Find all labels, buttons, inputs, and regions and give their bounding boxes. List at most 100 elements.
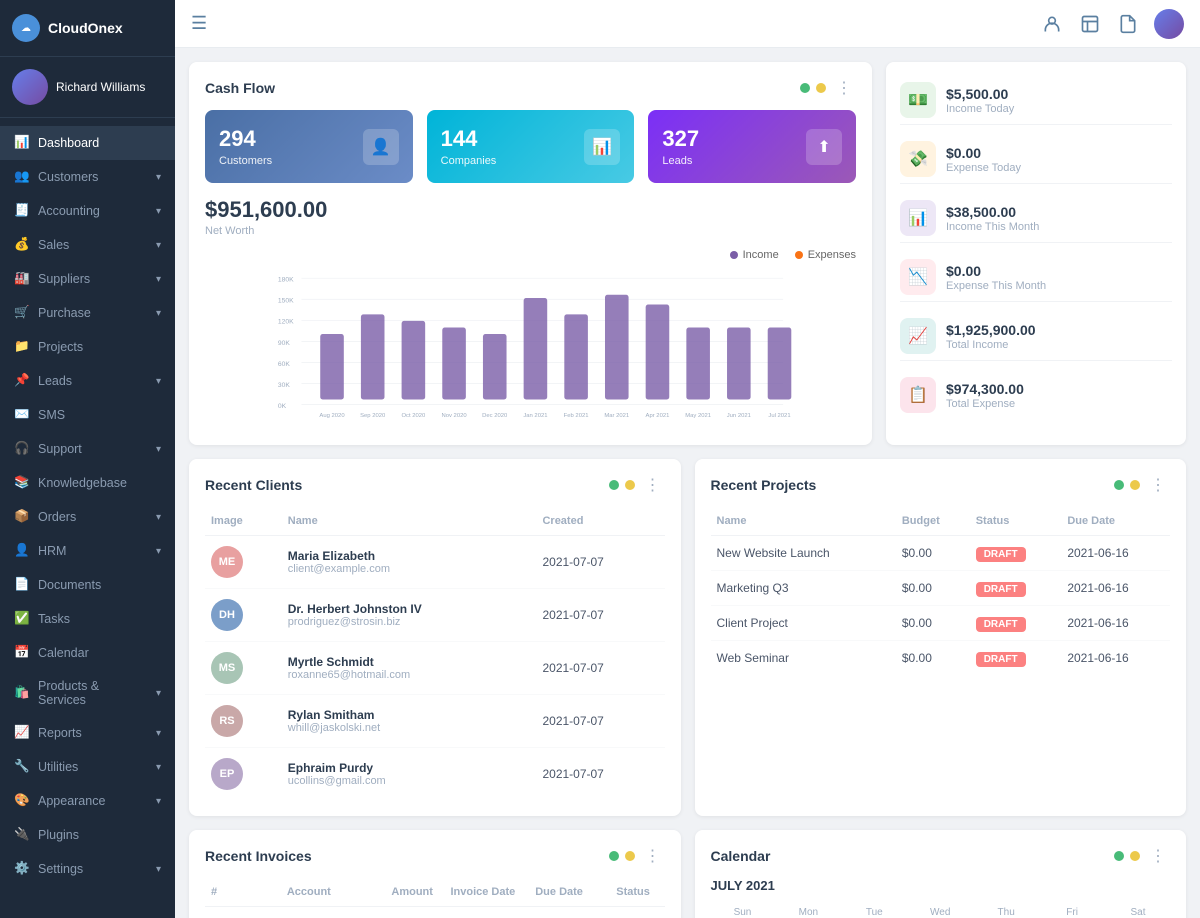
- calendar-day-header: Fri: [1040, 903, 1104, 918]
- invoices-col-header: Account: [281, 878, 386, 907]
- sidebar-item-sales[interactable]: 💰 Sales ▾: [0, 228, 175, 262]
- sidebar-user: Richard Williams: [0, 57, 175, 118]
- svg-text:Aug 2020: Aug 2020: [319, 413, 345, 419]
- notifications-icon[interactable]: [1040, 12, 1064, 36]
- recent-projects-title: Recent Projects: [711, 477, 817, 493]
- finance-item-4: 📈 $1,925,900.00 Total Income: [900, 312, 1172, 361]
- sidebar-label-documents: Documents: [38, 578, 101, 592]
- invoices-dot-green[interactable]: [609, 851, 619, 861]
- sidebar-label-tasks: Tasks: [38, 612, 70, 626]
- finance-icon-2: 📊: [900, 200, 936, 236]
- sidebar-item-knowledgebase[interactable]: 📚 Knowledgebase: [0, 466, 175, 500]
- table-row: RS Rylan Smithamwhill@jaskolski.net 2021…: [205, 695, 665, 748]
- sidebar-item-sms[interactable]: ✉️ SMS: [0, 398, 175, 432]
- sidebar-item-calendar[interactable]: 📅 Calendar: [0, 636, 175, 670]
- clients-dot-green[interactable]: [609, 480, 619, 490]
- cashflow-section: Cash Flow ⋮ 294 Customers 👤 144 Companie…: [189, 62, 1186, 445]
- clients-dot-yellow[interactable]: [625, 480, 635, 490]
- client-email: prodriguez@strosin.biz: [288, 616, 531, 628]
- finance-amount-2: $38,500.00: [946, 204, 1039, 220]
- files-icon[interactable]: [1078, 12, 1102, 36]
- sidebar-item-leads[interactable]: 📌 Leads ▾: [0, 364, 175, 398]
- chevron-orders-icon: ▾: [156, 512, 161, 523]
- sidebar-label-utilities: Utilities: [38, 760, 78, 774]
- svg-text:Nov 2020: Nov 2020: [441, 413, 467, 419]
- calendar-more-btn[interactable]: ⋮: [1146, 846, 1170, 866]
- calendar-dot-green[interactable]: [1114, 851, 1124, 861]
- svg-text:Sep 2020: Sep 2020: [360, 413, 386, 419]
- sidebar-item-products[interactable]: 🛍️ Products & Services ▾: [0, 670, 175, 716]
- projects-dot-yellow[interactable]: [1130, 480, 1140, 490]
- sidebar-item-support[interactable]: 🎧 Support ▾: [0, 432, 175, 466]
- invoices-dot-yellow[interactable]: [625, 851, 635, 861]
- projects-dot-green[interactable]: [1114, 480, 1124, 490]
- table-row: DH Dr. Herbert Johnston IVprodriguez@str…: [205, 589, 665, 642]
- projects-col-header: Due Date: [1061, 507, 1170, 536]
- cashflow-more-btn[interactable]: ⋮: [832, 78, 856, 98]
- sidebar-item-hrm[interactable]: 👤 HRM ▾: [0, 534, 175, 568]
- table-row: Web Seminar $0.00 DRAFT 2021-06-16: [711, 641, 1171, 676]
- projects-col-header: Name: [711, 507, 896, 536]
- clients-more-btn[interactable]: ⋮: [641, 475, 665, 495]
- client-created: 2021-07-07: [536, 642, 664, 695]
- svg-text:30K: 30K: [278, 382, 290, 389]
- sidebar-item-accounting[interactable]: 🧾 Accounting ▾: [0, 194, 175, 228]
- sidebar-item-purchase[interactable]: 🛒 Purchase ▾: [0, 296, 175, 330]
- recent-clients-card: Recent Clients ⋮ ImageNameCreated ME Mar…: [189, 459, 681, 816]
- dot-green[interactable]: [800, 83, 810, 93]
- sidebar-item-utilities[interactable]: 🔧 Utilities ▾: [0, 750, 175, 784]
- table-row: MS Myrtle Schmidtroxanne65@hotmail.com 2…: [205, 642, 665, 695]
- invoices-col-header: Status: [610, 878, 664, 907]
- legend-expenses-label: Expenses: [808, 249, 856, 261]
- accounting-nav-icon: 🧾: [14, 203, 30, 219]
- sidebar-item-suppliers[interactable]: 🏭 Suppliers ▾: [0, 262, 175, 296]
- sidebar-item-tasks[interactable]: ✅ Tasks: [0, 602, 175, 636]
- dot-yellow[interactable]: [816, 83, 826, 93]
- stat-number-2: 327: [662, 126, 699, 152]
- sidebar-item-projects[interactable]: 📁 Projects: [0, 330, 175, 364]
- appearance-nav-icon: 🎨: [14, 793, 30, 809]
- clients-col-header: Name: [282, 507, 537, 536]
- chevron-products-icon: ▾: [156, 688, 161, 699]
- client-avatar: EP: [211, 758, 243, 790]
- sidebar-label-support: Support: [38, 442, 82, 456]
- calendar-dot-yellow[interactable]: [1130, 851, 1140, 861]
- svg-text:Dec 2020: Dec 2020: [482, 413, 508, 419]
- sidebar-item-dashboard[interactable]: 📊 Dashboard: [0, 126, 175, 160]
- project-budget: $0.00: [896, 536, 970, 571]
- invoices-more-btn[interactable]: ⋮: [641, 846, 665, 866]
- sidebar-label-projects: Projects: [38, 340, 83, 354]
- client-email: roxanne65@hotmail.com: [288, 669, 531, 681]
- sidebar-label-sales: Sales: [38, 238, 69, 252]
- invoices-col-header: Invoice Date: [444, 878, 529, 907]
- sidebar-item-reports[interactable]: 📈 Reports ▾: [0, 716, 175, 750]
- tasks-nav-icon: ✅: [14, 611, 30, 627]
- clients-col-header: Created: [536, 507, 664, 536]
- stat-number-1: 144: [441, 126, 497, 152]
- sidebar-item-settings[interactable]: ⚙️ Settings ▾: [0, 852, 175, 886]
- table-row: New Website Launch $0.00 DRAFT 2021-06-1…: [711, 536, 1171, 571]
- finance-desc-0: Income Today: [946, 103, 1014, 115]
- sidebar-item-plugins[interactable]: 🔌 Plugins: [0, 818, 175, 852]
- projects-more-btn[interactable]: ⋮: [1146, 475, 1170, 495]
- client-email: whill@jaskolski.net: [288, 722, 531, 734]
- user-avatar[interactable]: [1154, 9, 1184, 39]
- finance-desc-2: Income This Month: [946, 221, 1039, 233]
- sidebar-item-appearance[interactable]: 🎨 Appearance ▾: [0, 784, 175, 818]
- svg-text:Mar 2021: Mar 2021: [604, 413, 629, 419]
- menu-toggle-icon[interactable]: ☰: [191, 13, 207, 34]
- status-badge: DRAFT: [976, 617, 1026, 632]
- client-created: 2021-07-07: [536, 589, 664, 642]
- sidebar-item-orders[interactable]: 📦 Orders ▾: [0, 500, 175, 534]
- sidebar-label-reports: Reports: [38, 726, 82, 740]
- finance-icon-0: 💵: [900, 82, 936, 118]
- svg-text:Apr 2021: Apr 2021: [646, 413, 670, 419]
- sidebar-item-customers[interactable]: 👥 Customers ▾: [0, 160, 175, 194]
- stat-icon-0: 👤: [363, 129, 399, 165]
- svg-text:Jun 2021: Jun 2021: [727, 413, 751, 419]
- sidebar-item-documents[interactable]: 📄 Documents: [0, 568, 175, 602]
- cashflow-main: Cash Flow ⋮ 294 Customers 👤 144 Companie…: [189, 62, 872, 445]
- notes-icon[interactable]: [1116, 12, 1140, 36]
- finance-icon-4: 📈: [900, 318, 936, 354]
- invoices-col-header: Amount: [385, 878, 444, 907]
